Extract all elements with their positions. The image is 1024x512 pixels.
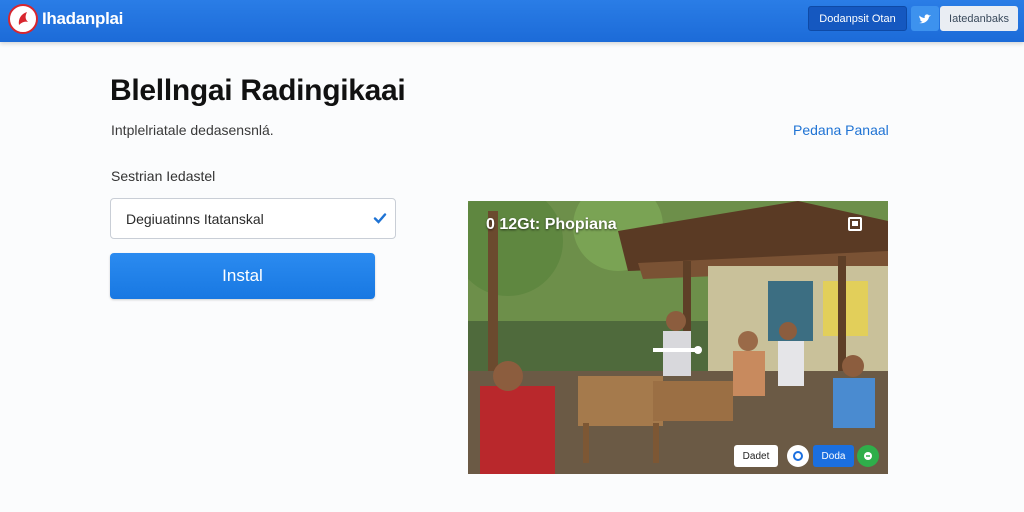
page-title: Blellngai Radingikaai (110, 74, 406, 107)
logo-icon[interactable] (8, 4, 38, 34)
video-overlay-title: 0 12Gt: Phopiana (486, 216, 617, 234)
chat-icon[interactable] (857, 445, 879, 467)
twitter-icon[interactable] (911, 6, 939, 31)
page-subtitle: Intplelriatale dedasensnlá. (111, 122, 274, 138)
field-label: Sestrian Iedastel (111, 168, 216, 184)
selection-field[interactable]: Degiuatinns Itatanskal (110, 198, 396, 239)
selection-value: Degiuatinns Itatanskal (126, 210, 264, 227)
play-icon[interactable] (653, 342, 703, 358)
corner-icon[interactable] (848, 217, 862, 236)
video-blue-button[interactable]: Doda (813, 445, 854, 467)
video-player[interactable]: 0 12Gt: Phopiana Dadet Doda (468, 201, 888, 474)
check-icon (372, 210, 388, 229)
side-link[interactable]: Pedana Panaal (793, 122, 889, 138)
install-button[interactable]: Instal (110, 253, 375, 299)
header-primary-button[interactable]: Dodanpsit Otan (808, 6, 907, 31)
share-icon[interactable] (787, 445, 809, 467)
video-text-button[interactable]: Dadet (734, 445, 778, 467)
header-secondary-button[interactable]: Iatedanbaks (940, 6, 1018, 31)
video-scene (468, 201, 888, 474)
brand-name[interactable]: Ihadanplai (42, 9, 123, 29)
video-title-text: 0 12Gt: Phopiana (486, 216, 617, 233)
top-navigation-bar: Ihadanplai Dodanpsit Otan Iatedanbaks (0, 0, 1024, 42)
